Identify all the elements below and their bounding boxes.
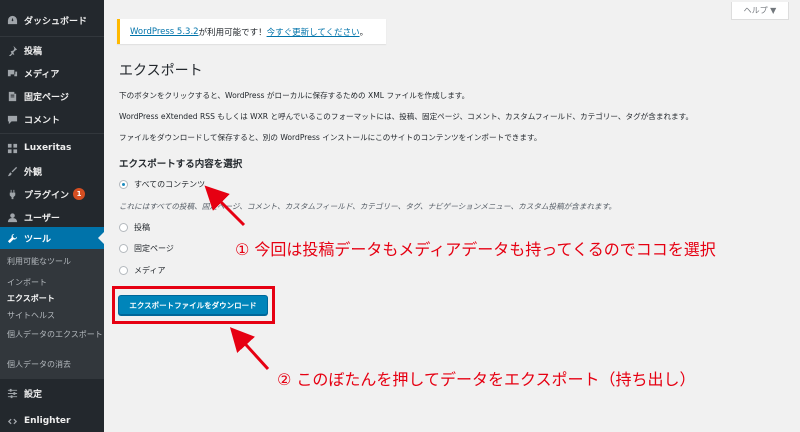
annotation-note-2: ② このぼたんを押してデータをエクスポート（持ち出し）: [277, 370, 696, 389]
annotation-note-1: ① 今回は投稿データもメディアデータも持ってくるのでココを選択: [235, 240, 716, 259]
arrow-to-download-button: [229, 327, 270, 371]
arrow-to-all-content: [204, 185, 246, 227]
